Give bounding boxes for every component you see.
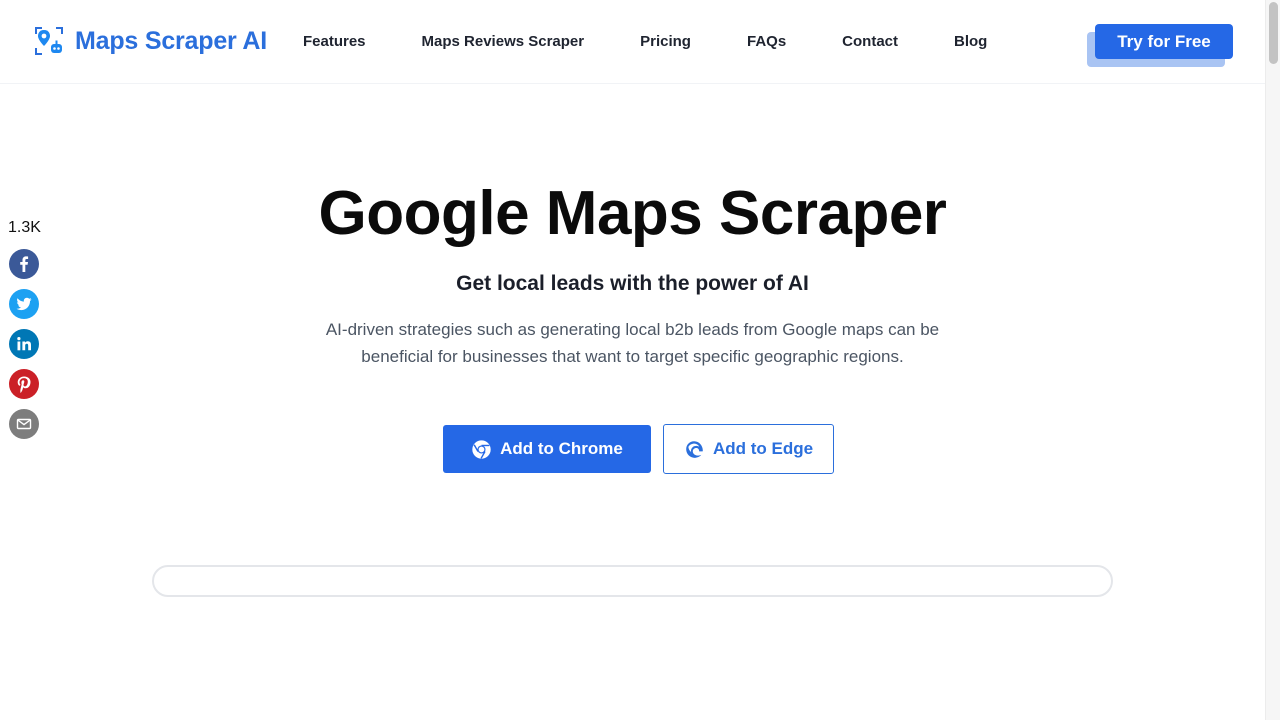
nav-pricing[interactable]: Pricing <box>640 33 691 50</box>
pinterest-icon <box>17 376 31 393</box>
nav-faqs[interactable]: FAQs <box>747 33 786 50</box>
main-nav: Features Maps Reviews Scraper Pricing FA… <box>303 33 987 50</box>
linkedin-share-button[interactable] <box>9 329 39 359</box>
linkedin-icon <box>17 337 31 351</box>
add-to-chrome-button[interactable]: Add to Chrome <box>443 425 651 473</box>
email-share-button[interactable] <box>9 409 39 439</box>
map-pin-robot-icon <box>34 26 64 56</box>
nav-maps-reviews-scraper[interactable]: Maps Reviews Scraper <box>422 33 585 50</box>
nav-features[interactable]: Features <box>303 33 366 50</box>
page-title: Google Maps Scraper <box>318 179 947 248</box>
page-scrollbar[interactable] <box>1265 0 1280 720</box>
email-icon <box>16 418 32 430</box>
chrome-icon <box>472 439 491 459</box>
hero-description: AI-driven strategies such as generating … <box>325 320 940 366</box>
try-for-free-button[interactable]: Try for Free <box>1095 24 1233 59</box>
scrollbar-thumb[interactable] <box>1269 2 1278 64</box>
add-to-edge-button[interactable]: Add to Edge <box>663 424 834 474</box>
add-to-edge-label: Add to Edge <box>712 439 814 458</box>
nav-contact[interactable]: Contact <box>842 33 898 50</box>
pinterest-share-button[interactable] <box>9 369 39 399</box>
brand-name: Maps Scraper AI <box>75 26 267 55</box>
site-header: Maps Scraper AI Features Maps Reviews Sc… <box>0 0 1265 84</box>
edge-icon <box>686 440 703 458</box>
hero-subtitle: Get local leads with the power of AI <box>456 272 809 295</box>
nav-blog[interactable]: Blog <box>954 33 987 50</box>
brand-logo-link[interactable]: Maps Scraper AI <box>34 26 267 56</box>
add-to-chrome-label: Add to Chrome <box>500 439 623 458</box>
search-input[interactable] <box>152 565 1113 597</box>
